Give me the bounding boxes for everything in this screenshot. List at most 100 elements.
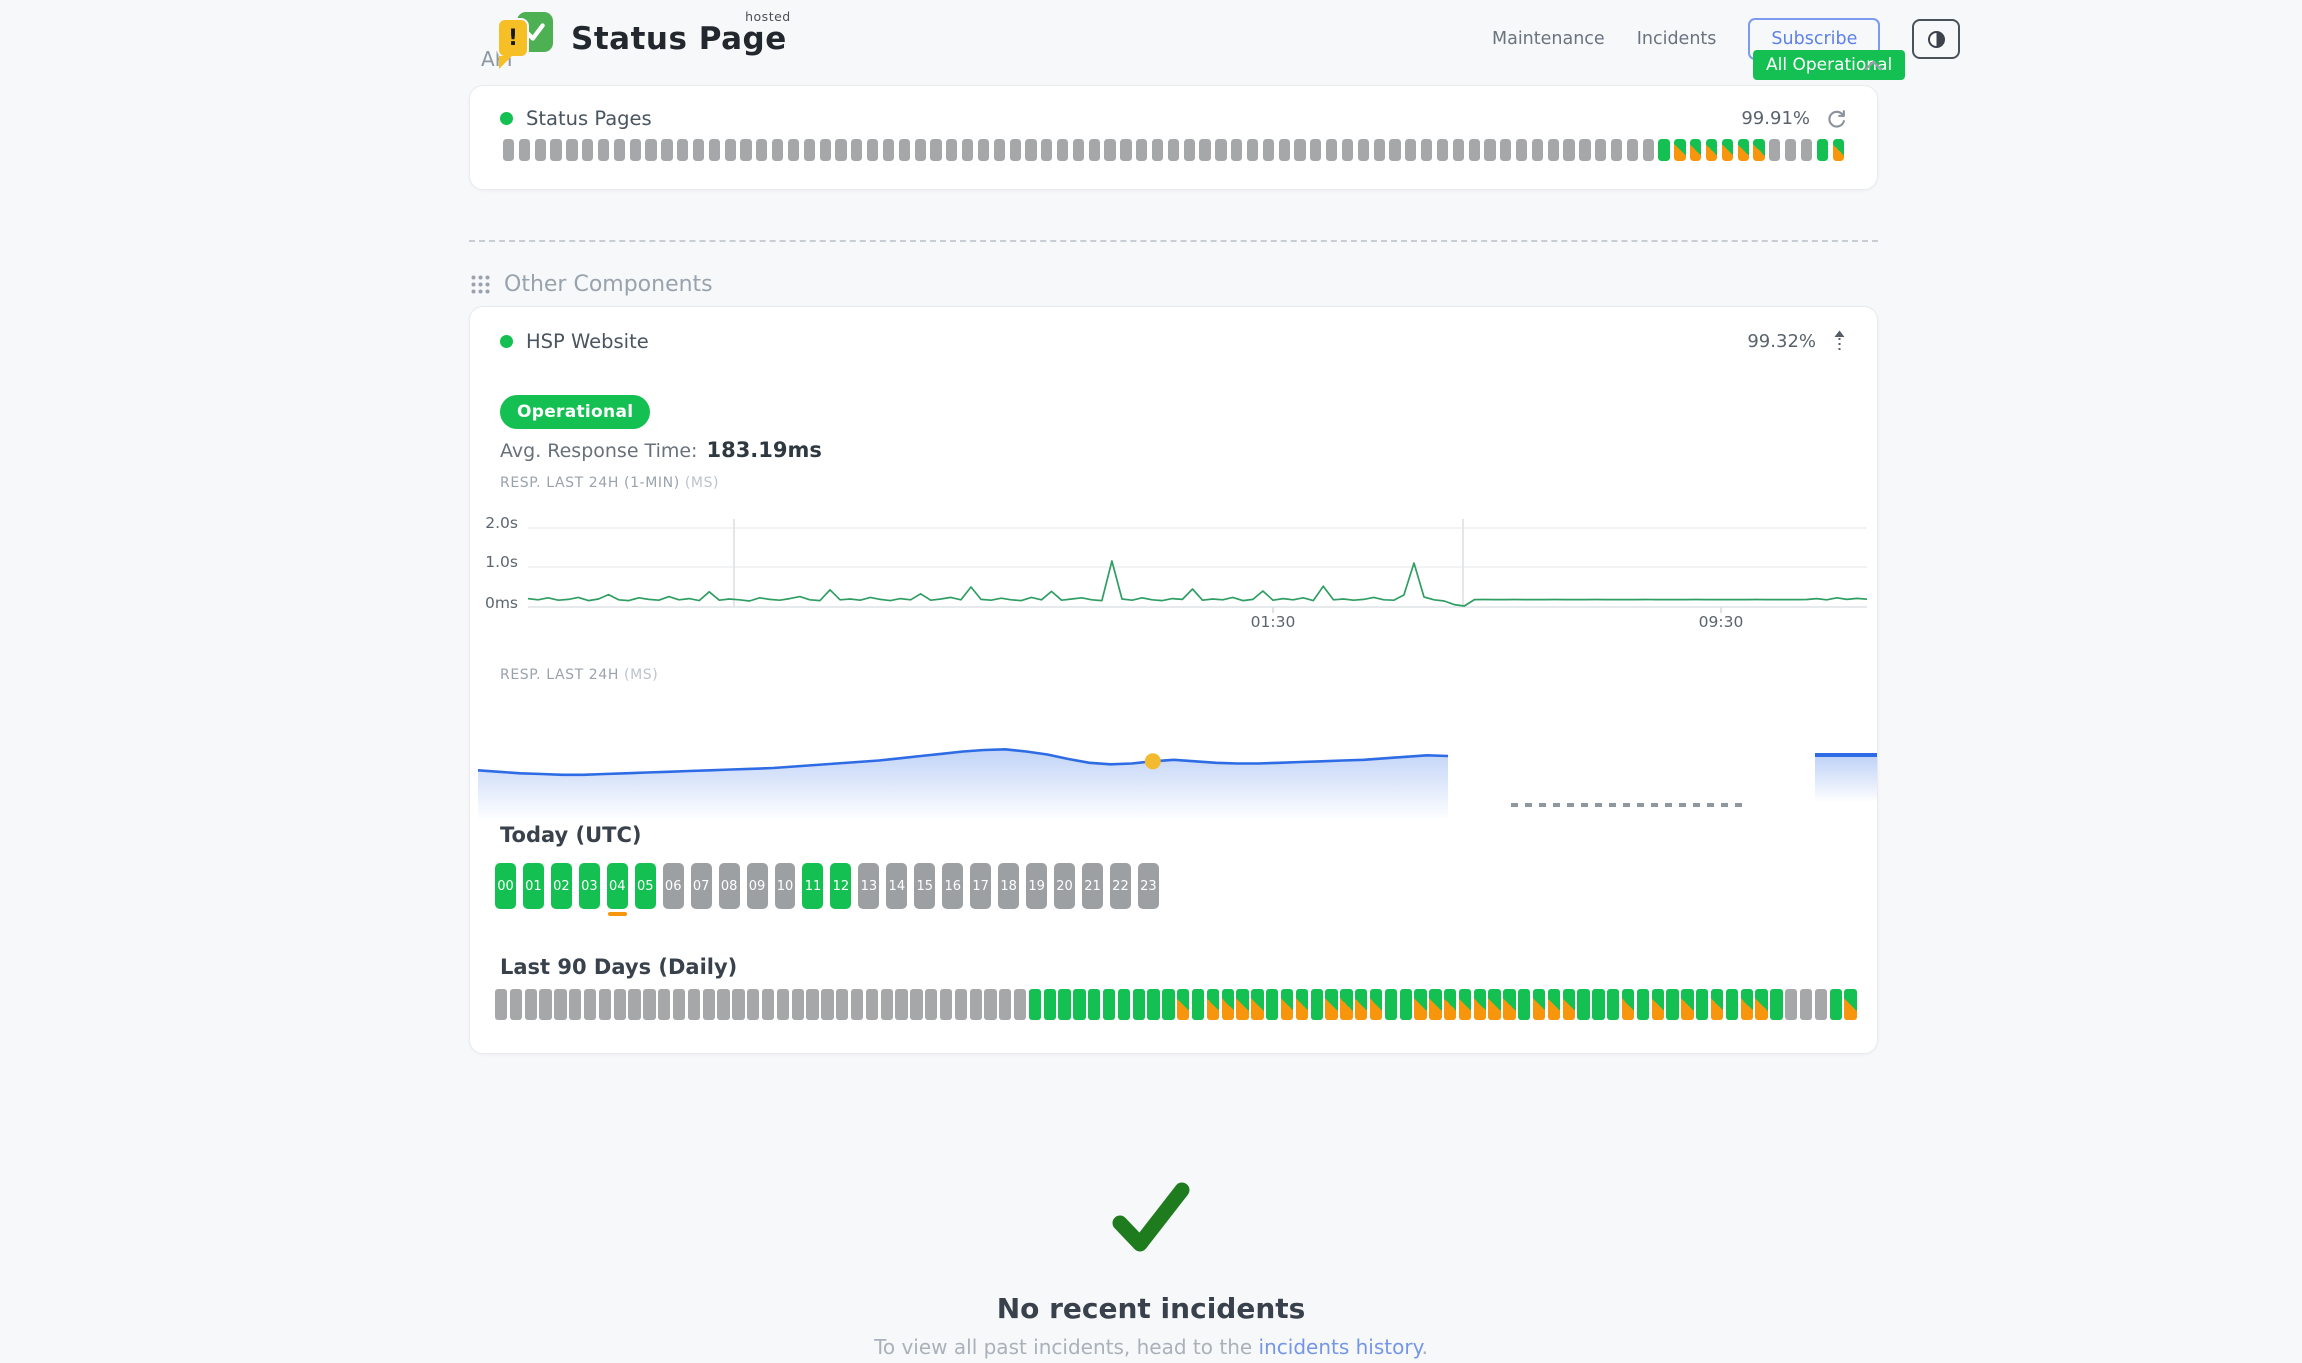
hour-block[interactable]: 15 [914, 863, 935, 909]
uptime-bar[interactable] [1658, 139, 1669, 161]
day-block[interactable] [1355, 989, 1367, 1020]
day-block[interactable] [495, 989, 507, 1020]
day-block[interactable] [1726, 989, 1738, 1020]
day-block[interactable] [1711, 989, 1723, 1020]
day-block[interactable] [1666, 989, 1678, 1020]
day-block[interactable] [955, 989, 967, 1020]
day-block[interactable] [554, 989, 566, 1020]
uptime-bar[interactable] [1041, 139, 1052, 161]
day-block[interactable] [1681, 989, 1693, 1020]
nav-incidents[interactable]: Incidents [1637, 29, 1717, 49]
uptime-bar[interactable] [1279, 139, 1290, 161]
app-logo[interactable]: ! Status Page hosted [497, 12, 787, 66]
uptime-bar[interactable] [1231, 139, 1242, 161]
uptime-bar[interactable] [1089, 139, 1100, 161]
day-block[interactable] [1459, 989, 1471, 1020]
day-block[interactable] [1785, 989, 1797, 1020]
uptime-bar[interactable] [851, 139, 862, 161]
day-block[interactable] [1058, 989, 1070, 1020]
hour-block[interactable]: 18 [998, 863, 1019, 909]
uptime-bar[interactable] [661, 139, 672, 161]
day-block[interactable] [1830, 989, 1842, 1020]
day-block[interactable] [1088, 989, 1100, 1020]
highlight-marker-dot[interactable] [1145, 753, 1161, 769]
day-block[interactable] [1311, 989, 1323, 1020]
uptime-bar[interactable] [1579, 139, 1590, 161]
day-block[interactable] [1488, 989, 1500, 1020]
day-block[interactable] [1147, 989, 1159, 1020]
day-block[interactable] [1236, 989, 1248, 1020]
day-block[interactable] [628, 989, 640, 1020]
uptime-bar[interactable] [1152, 139, 1163, 161]
day-block[interactable] [1770, 989, 1782, 1020]
uptime-bar[interactable] [1563, 139, 1574, 161]
uptime-bar[interactable] [1484, 139, 1495, 161]
hour-block[interactable]: 22 [1110, 863, 1131, 909]
hour-block[interactable]: 02 [551, 863, 572, 909]
uptime-bar[interactable] [550, 139, 561, 161]
day-block[interactable] [821, 989, 833, 1020]
hour-block[interactable]: 05 [635, 863, 656, 909]
uptime-bar[interactable] [978, 139, 989, 161]
day-block[interactable] [673, 989, 685, 1020]
uptime-bar[interactable] [1184, 139, 1195, 161]
day-block[interactable] [1400, 989, 1412, 1020]
uptime-bar[interactable] [772, 139, 783, 161]
day-block[interactable] [1741, 989, 1753, 1020]
day-block[interactable] [1429, 989, 1441, 1020]
day-block[interactable] [1518, 989, 1530, 1020]
day-block[interactable] [1133, 989, 1145, 1020]
day-block[interactable] [1414, 989, 1426, 1020]
day-block[interactable] [895, 989, 907, 1020]
uptime-bar[interactable] [1738, 139, 1749, 161]
incidents-history-link[interactable]: incidents history [1259, 1335, 1422, 1359]
uptime-bar[interactable] [883, 139, 894, 161]
hour-block[interactable]: 20 [1054, 863, 1075, 909]
day-block[interactable] [984, 989, 996, 1020]
uptime-bar[interactable] [693, 139, 704, 161]
day-block[interactable] [1162, 989, 1174, 1020]
day-block[interactable] [1192, 989, 1204, 1020]
uptime-bar[interactable] [994, 139, 1005, 161]
uptime-bar[interactable] [582, 139, 593, 161]
day-block[interactable] [584, 989, 596, 1020]
day-block[interactable] [569, 989, 581, 1020]
uptime-bar[interactable] [804, 139, 815, 161]
response-time-area-chart[interactable] [478, 735, 1448, 821]
uptime-bar[interactable] [1437, 139, 1448, 161]
uptime-bar[interactable] [1326, 139, 1337, 161]
day-block[interactable] [1044, 989, 1056, 1020]
day-block[interactable] [1607, 989, 1619, 1020]
theme-toggle-button[interactable] [1912, 19, 1960, 59]
chevron-up-icon[interactable] [1864, 56, 1883, 75]
day-block[interactable] [792, 989, 804, 1020]
uptime-bar[interactable] [1073, 139, 1084, 161]
uptime-bar[interactable] [1595, 139, 1606, 161]
uptime-bar[interactable] [1215, 139, 1226, 161]
hour-block[interactable]: 11 [802, 863, 823, 909]
uptime-bar[interactable] [1342, 139, 1353, 161]
uptime-bar[interactable] [899, 139, 910, 161]
refresh-icon[interactable] [1826, 108, 1847, 129]
uptime-bar[interactable] [1358, 139, 1369, 161]
uptime-bar[interactable] [1785, 139, 1796, 161]
hour-block[interactable]: 10 [775, 863, 796, 909]
uptime-bar[interactable] [1453, 139, 1464, 161]
uptime-bar[interactable] [677, 139, 688, 161]
uptime-bar[interactable] [1532, 139, 1543, 161]
day-block[interactable] [1503, 989, 1515, 1020]
day-block[interactable] [1118, 989, 1130, 1020]
uptime-bar[interactable] [519, 139, 530, 161]
uptime-bar[interactable] [1136, 139, 1147, 161]
uptime-bar[interactable] [1548, 139, 1559, 161]
uptime-bar[interactable] [1120, 139, 1131, 161]
day-block[interactable] [599, 989, 611, 1020]
hour-block[interactable]: 12 [830, 863, 851, 909]
uptime-bar[interactable] [1627, 139, 1638, 161]
uptime-bar[interactable] [1643, 139, 1654, 161]
day-block[interactable] [1844, 989, 1856, 1020]
uptime-bar[interactable] [566, 139, 577, 161]
day-block[interactable] [999, 989, 1011, 1020]
day-block[interactable] [1622, 989, 1634, 1020]
hour-block[interactable]: 13 [858, 863, 879, 909]
